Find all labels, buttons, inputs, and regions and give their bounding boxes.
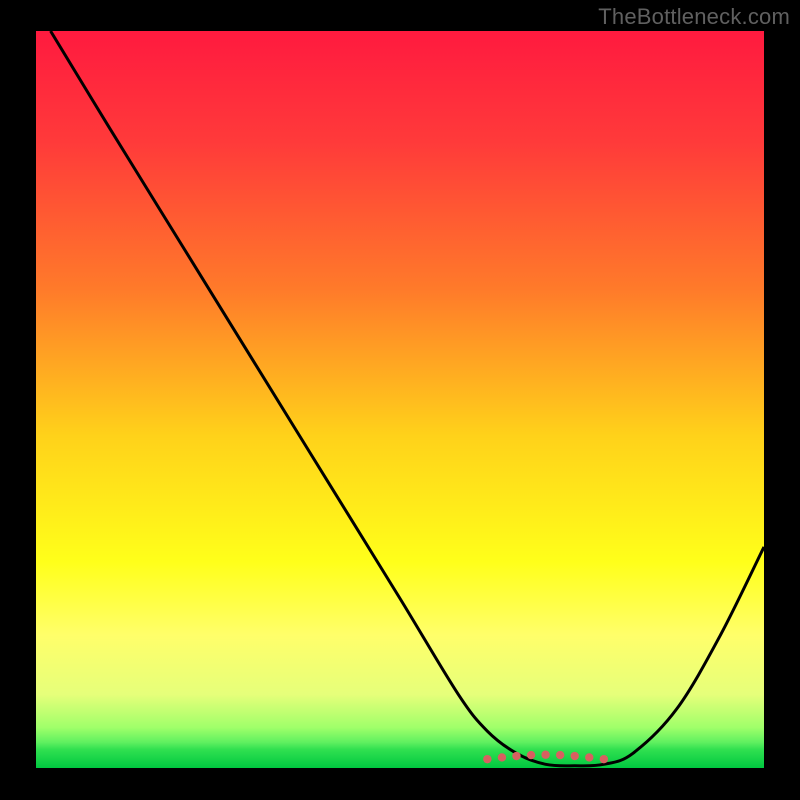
bottleneck-chart: TheBottleneck.com [0, 0, 800, 800]
attribution-text: TheBottleneck.com [598, 4, 790, 30]
chart-canvas [0, 0, 800, 800]
gradient-background [36, 31, 764, 768]
